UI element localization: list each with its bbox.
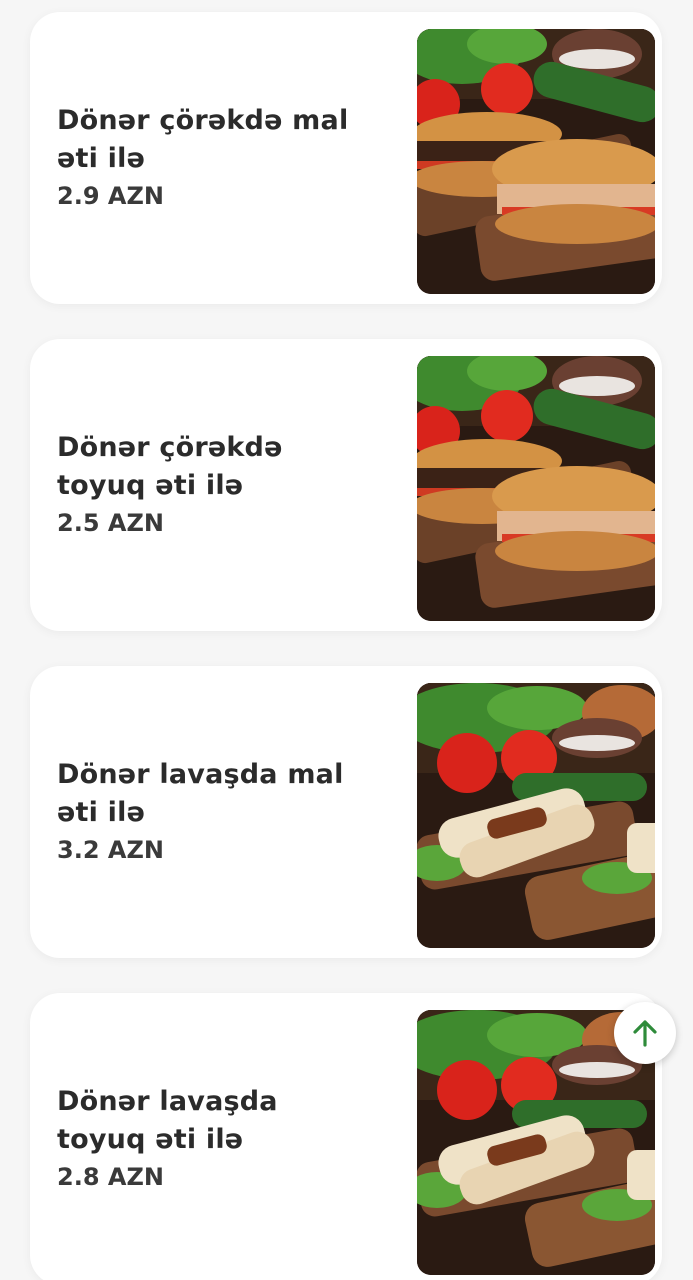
menu-item-text: Dönər lavaşda mal əti ilə 3.2 AZN — [57, 666, 377, 958]
menu-item-title-line: Dönər lavaşda — [57, 1086, 278, 1117]
menu-item-title: Dönər çörəkdə mal əti ilə — [57, 102, 377, 178]
menu-item-title-line: toyuq əti ilə — [57, 470, 244, 501]
menu-item-title-line: Dönər çörəkdə mal — [57, 105, 349, 136]
menu-item-title: Dönər çörəkdə toyuq əti ilə — [57, 429, 377, 505]
menu-item-title-line: toyuq əti ilə — [57, 1124, 244, 1155]
doner-bread-sandwich-photo[interactable] — [417, 356, 655, 621]
menu-item-price: 2.5 AZN — [57, 509, 164, 537]
menu-item-title-line: əti ilə — [57, 797, 146, 828]
menu-item-card[interactable]: Dönər lavaşda toyuq əti ilə 2.8 AZN — [30, 993, 662, 1280]
menu-item-title-line: Dönər çörəkdə — [57, 432, 283, 463]
scroll-to-top-button[interactable] — [614, 1002, 676, 1064]
menu-item-title-line: Dönər lavaşda mal — [57, 759, 344, 790]
doner-bread-sandwich-photo[interactable] — [417, 29, 655, 294]
menu-item-text: Dönər çörəkdə mal əti ilə 2.9 AZN — [57, 12, 377, 304]
menu-item-price: 2.8 AZN — [57, 1163, 164, 1191]
menu-item-card[interactable]: Dönər çörəkdə mal əti ilə 2.9 AZN — [30, 12, 662, 304]
doner-lavash-wrap-photo[interactable] — [417, 683, 655, 948]
menu-list-page: Dönər çörəkdə mal əti ilə 2.9 AZN Dönər … — [0, 0, 693, 1280]
menu-item-text: Dönər çörəkdə toyuq əti ilə 2.5 AZN — [57, 339, 377, 631]
menu-item-title: Dönər lavaşda toyuq əti ilə — [57, 1083, 377, 1159]
menu-item-text: Dönər lavaşda toyuq əti ilə 2.8 AZN — [57, 993, 377, 1280]
menu-item-card[interactable]: Dönər çörəkdə toyuq əti ilə 2.5 AZN — [30, 339, 662, 631]
menu-item-price: 3.2 AZN — [57, 836, 164, 864]
arrow-up-icon — [633, 1020, 657, 1047]
menu-item-title: Dönər lavaşda mal əti ilə — [57, 756, 377, 832]
menu-item-card[interactable]: Dönər lavaşda mal əti ilə 3.2 AZN — [30, 666, 662, 958]
menu-item-price: 2.9 AZN — [57, 182, 164, 210]
menu-item-title-line: əti ilə — [57, 143, 146, 174]
